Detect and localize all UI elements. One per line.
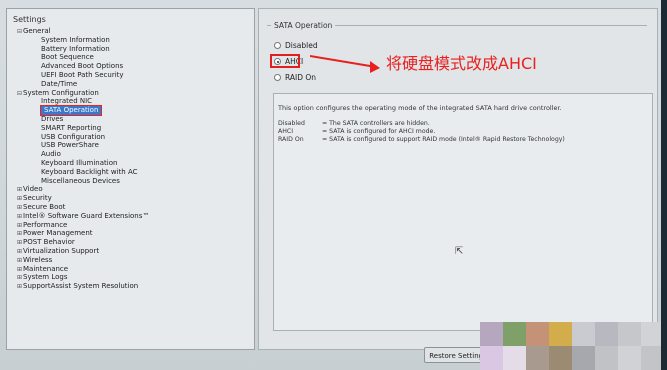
tree-item[interactable]: USB Configuration (17, 133, 149, 142)
tree-item-label: Keyboard Illumination (41, 158, 118, 167)
tree-item-label: Keyboard Backlight with AC (41, 167, 138, 176)
help-description-box: This option configures the operating mod… (273, 93, 653, 331)
tree-item[interactable]: ⊞Power Management (17, 229, 149, 238)
sata-group-title: SATA Operation (271, 21, 336, 30)
tree-item-label: POST Behavior (23, 238, 75, 247)
settings-title: Settings (13, 15, 46, 24)
settings-tree-panel: Settings ⊟General System Information Batte… (6, 8, 255, 350)
help-row-key: AHCI (278, 128, 294, 135)
tree-item[interactable]: ⊞Wireless (17, 256, 149, 265)
tree-item-label: Security (23, 194, 52, 203)
radio-button-icon[interactable] (274, 42, 281, 49)
tree-item-label: Performance (23, 220, 68, 229)
tree-item[interactable]: Audio (17, 150, 149, 159)
tree-item-label: System Configuration (23, 88, 99, 97)
settings-tree: ⊟General System Information Battery Inform… (17, 27, 149, 291)
annotation-text: 将硬盘模式改成AHCI (386, 54, 537, 73)
tree-item[interactable]: UEFI Boot Path Security (17, 71, 149, 80)
tree-item[interactable]: ⊞Virtualization Support (17, 247, 149, 256)
tree-item[interactable]: ⊞Video (17, 185, 149, 194)
pixel-mosaic (480, 322, 661, 370)
tree-item[interactable]: ⊞POST Behavior (17, 238, 149, 247)
tree-item-label: Drives (41, 114, 64, 123)
help-main-text: This option configures the operating mod… (278, 104, 562, 112)
tree-item[interactable]: Keyboard Backlight with AC (17, 168, 149, 177)
tree-item-label: Date/Time (41, 79, 78, 88)
help-row-key: RAID On (278, 136, 304, 143)
tree-item[interactable]: Miscellaneous Devices (17, 177, 149, 186)
tree-item[interactable]: ⊞System Logs (17, 273, 149, 282)
tree-item[interactable]: Advanced Boot Options (17, 62, 149, 71)
tree-item[interactable]: Integrated NIC (17, 97, 149, 106)
tree-item-label: Integrated NIC (41, 97, 93, 106)
radio-raid-label: RAID On (285, 73, 317, 82)
tree-item-label: Audio (41, 150, 61, 159)
tree-item[interactable]: Date/Time (17, 80, 149, 89)
help-row: Disabled = The SATA controllers are hidde… (278, 120, 430, 127)
tree-item[interactable]: ⊞Maintenance (17, 265, 149, 274)
tree-item-label: SMART Reporting (41, 123, 102, 132)
help-row-text: = The SATA controllers are hidden. (322, 120, 430, 127)
help-row-text: = SATA is configured to support RAID mod… (322, 136, 565, 143)
tree-item[interactable]: System Information (17, 36, 149, 45)
tree-item[interactable]: ⊞Security (17, 194, 149, 203)
radio-disabled[interactable]: Disabled (274, 41, 318, 50)
tree-item[interactable]: ⊞Intel® Software Guard Extensions™ (17, 212, 149, 221)
tree-item[interactable]: Boot Sequence (17, 53, 149, 62)
bios-screen: Settings ⊟General System Information Batte… (0, 0, 667, 370)
ahci-highlight-box (270, 54, 300, 68)
tree-item[interactable]: Battery Information (17, 45, 149, 54)
tree-item[interactable]: SATA Operation (17, 105, 149, 116)
tree-item-label: UEFI Boot Path Security (41, 70, 124, 79)
tree-item[interactable]: ⊟General (17, 27, 149, 36)
tree-item-label: Advanced Boot Options (41, 62, 124, 71)
tree-item-label: Battery Information (41, 44, 110, 53)
tree-item-label: Secure Boot (23, 202, 66, 211)
tree-item[interactable]: ⊟System Configuration (17, 89, 149, 98)
tree-item-label: General (23, 27, 51, 35)
tree-item-label: Boot Sequence (41, 53, 94, 62)
radio-button-icon[interactable] (274, 74, 281, 81)
tree-item-label: SupportAssist System Resolution (23, 282, 139, 291)
help-row-text: = SATA is configured for AHCI mode. (322, 128, 436, 135)
tree-item[interactable]: Drives (17, 115, 149, 124)
mouse-cursor-icon: ⇱ (455, 246, 464, 257)
tree-item[interactable]: Keyboard Illumination (17, 159, 149, 168)
tree-item-label: Virtualization Support (23, 246, 100, 255)
help-row: RAID On = SATA is configured to support R… (278, 136, 565, 143)
tree-item-label: System Information (41, 35, 110, 44)
radio-disabled-label: Disabled (285, 41, 318, 50)
tree-item-label: Power Management (23, 229, 93, 238)
red-arrow-icon (310, 55, 380, 73)
tree-item[interactable]: SMART Reporting (17, 124, 149, 133)
tree-item-label: Miscellaneous Devices (41, 176, 120, 185)
tree-item[interactable]: USB PowerShare (17, 141, 149, 150)
tree-item-label: USB Configuration (41, 132, 106, 141)
tree-item-label: Maintenance (23, 264, 69, 273)
tree-item-label: System Logs (23, 273, 68, 282)
tree-item[interactable]: ⊞SupportAssist System Resolution (17, 282, 149, 291)
tree-item-label: Intel® Software Guard Extensions™ (23, 211, 150, 220)
help-row-key: Disabled (278, 120, 305, 127)
tree-item-label: USB PowerShare (41, 141, 99, 150)
tree-item[interactable]: ⊞Performance (17, 221, 149, 230)
tree-item[interactable]: ⊞Secure Boot (17, 203, 149, 212)
help-row: AHCI = SATA is configured for AHCI mode. (278, 128, 435, 135)
tree-item-label: Video (23, 185, 43, 194)
radio-raid-on[interactable]: RAID On (274, 73, 316, 82)
tree-item-label: Wireless (23, 255, 53, 264)
tree-item-label: SATA Operation (39, 105, 103, 116)
